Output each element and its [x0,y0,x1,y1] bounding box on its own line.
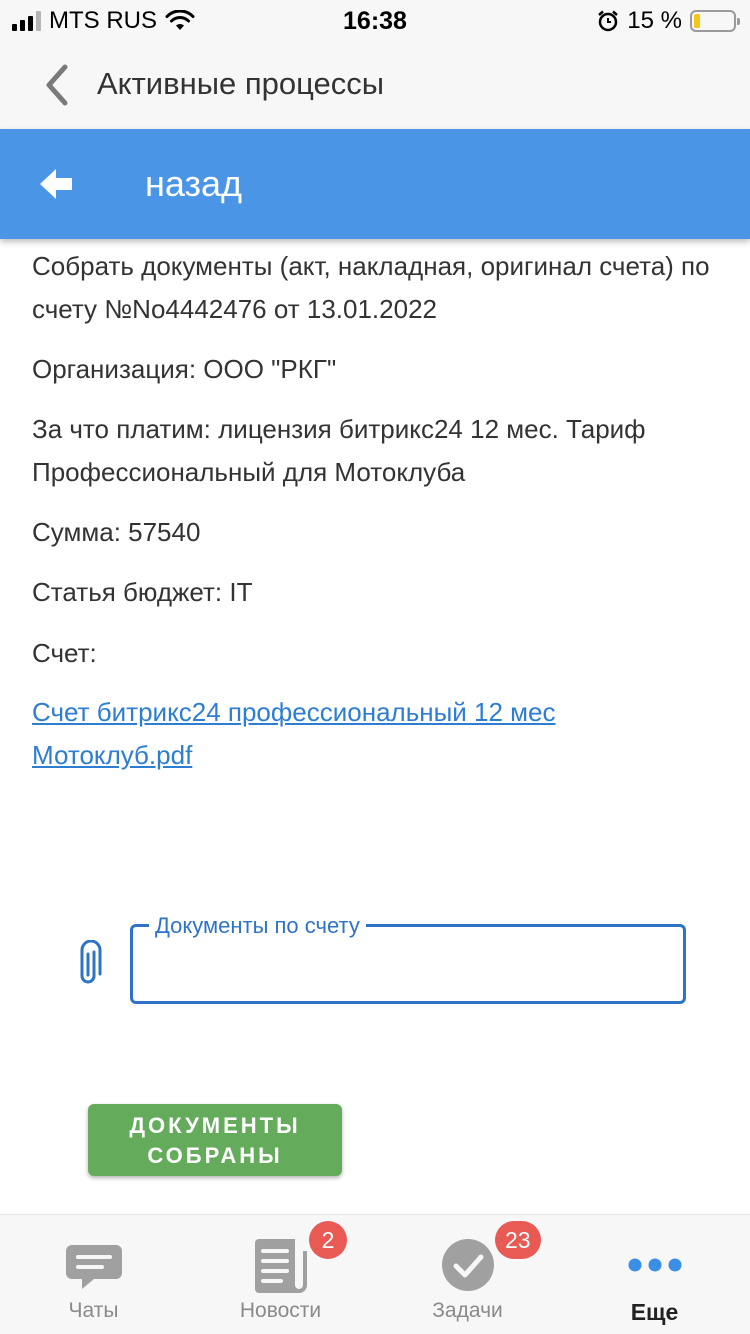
documents-field-label: Документы по счету [149,913,366,939]
alarm-icon [598,10,619,32]
tab-news[interactable]: 2 Новости [187,1215,374,1334]
documents-field[interactable]: Документы по счету [130,913,686,1004]
battery-icon [690,10,740,32]
tab-label: Чаты [68,1299,119,1322]
tab-bar: Чаты 2 Новости 23 Задачи Еще [0,1214,750,1334]
news-icon [254,1239,307,1293]
budget-item-text: Статья бюджет: IT [32,577,253,607]
arrow-left-icon[interactable] [36,164,76,204]
task-details: Собрать документы (акт, накладная, ориги… [32,245,722,777]
status-right: 15 % [597,7,740,35]
news-badge: 2 [309,1221,347,1259]
tab-chats[interactable]: Чаты [0,1215,187,1334]
battery-percent: 15 % [627,7,682,34]
documents-collected-button[interactable]: ДОКУМЕНТЫ СОБРАНЫ [88,1104,342,1176]
tasks-icon [441,1239,494,1291]
tab-label: Еще [630,1299,679,1325]
chat-icon [65,1245,122,1289]
documents-input[interactable] [151,949,665,989]
navigation-bar: Активные процессы [0,40,750,129]
tab-tasks[interactable]: 23 Задачи [374,1215,561,1334]
invoice-label: Счет: [32,638,97,668]
paperclip-icon[interactable] [72,940,106,990]
amount-text: Сумма: 57540 [32,517,201,547]
page-title: Активные процессы [97,66,385,101]
back-header[interactable]: назад [0,129,750,239]
status-bar: MTS RUS 16:38 15 % [0,0,750,40]
task-description: Собрать документы (акт, накладная, ориги… [32,251,710,324]
invoice-file-link[interactable]: Счет битрикс24 профессиональный 12 мес М… [32,691,722,777]
back-label[interactable]: назад [145,163,242,205]
chevron-left-icon[interactable] [34,60,84,110]
tasks-badge: 23 [495,1221,541,1259]
tab-more[interactable]: Еще [561,1215,748,1334]
organization-text: Организация: ООО "РКГ" [32,354,337,384]
payment-purpose-text: За что платим: лицензия битрикс24 12 мес… [32,414,646,487]
tab-label: Задачи [432,1299,503,1322]
more-icon [628,1258,681,1272]
tab-label: Новости [239,1299,322,1322]
